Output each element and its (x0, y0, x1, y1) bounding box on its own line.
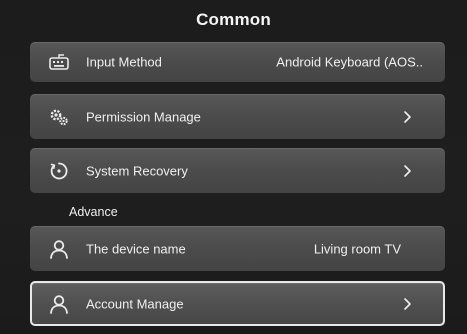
settings-row-label: The device name (86, 241, 186, 256)
settings-row-account-manage[interactable]: Account Manage (30, 281, 445, 326)
settings-row-device-name[interactable]: The device name Living room TV (30, 226, 445, 271)
settings-row-input-method[interactable]: Input Method Android Keyboard (AOS.. (30, 42, 445, 82)
user-icon (50, 294, 68, 314)
settings-row-label: Permission Manage (86, 109, 201, 124)
section-heading-advance: Advance (69, 205, 118, 219)
permission-gears-icon (50, 109, 68, 125)
settings-row-label: System Recovery (86, 163, 188, 178)
settings-row-value: Android Keyboard (AOS.. (276, 54, 423, 70)
chevron-right-icon (404, 164, 411, 177)
settings-row-value: Living room TV (313, 241, 401, 256)
chevron-right-icon (404, 110, 411, 123)
settings-screen: Common Input Method Android Keyboard (AO… (0, 0, 467, 334)
settings-row-label: Input Method (86, 54, 162, 70)
recovery-icon (50, 162, 68, 179)
settings-row-label: Account Manage (86, 296, 184, 311)
settings-row-system-recovery[interactable]: System Recovery (30, 148, 445, 193)
chevron-right-icon (404, 297, 411, 310)
page-title: Common (196, 10, 271, 29)
settings-row-permission-manage[interactable]: Permission Manage (30, 94, 445, 139)
user-icon (50, 239, 68, 259)
keyboard-icon (49, 54, 69, 70)
